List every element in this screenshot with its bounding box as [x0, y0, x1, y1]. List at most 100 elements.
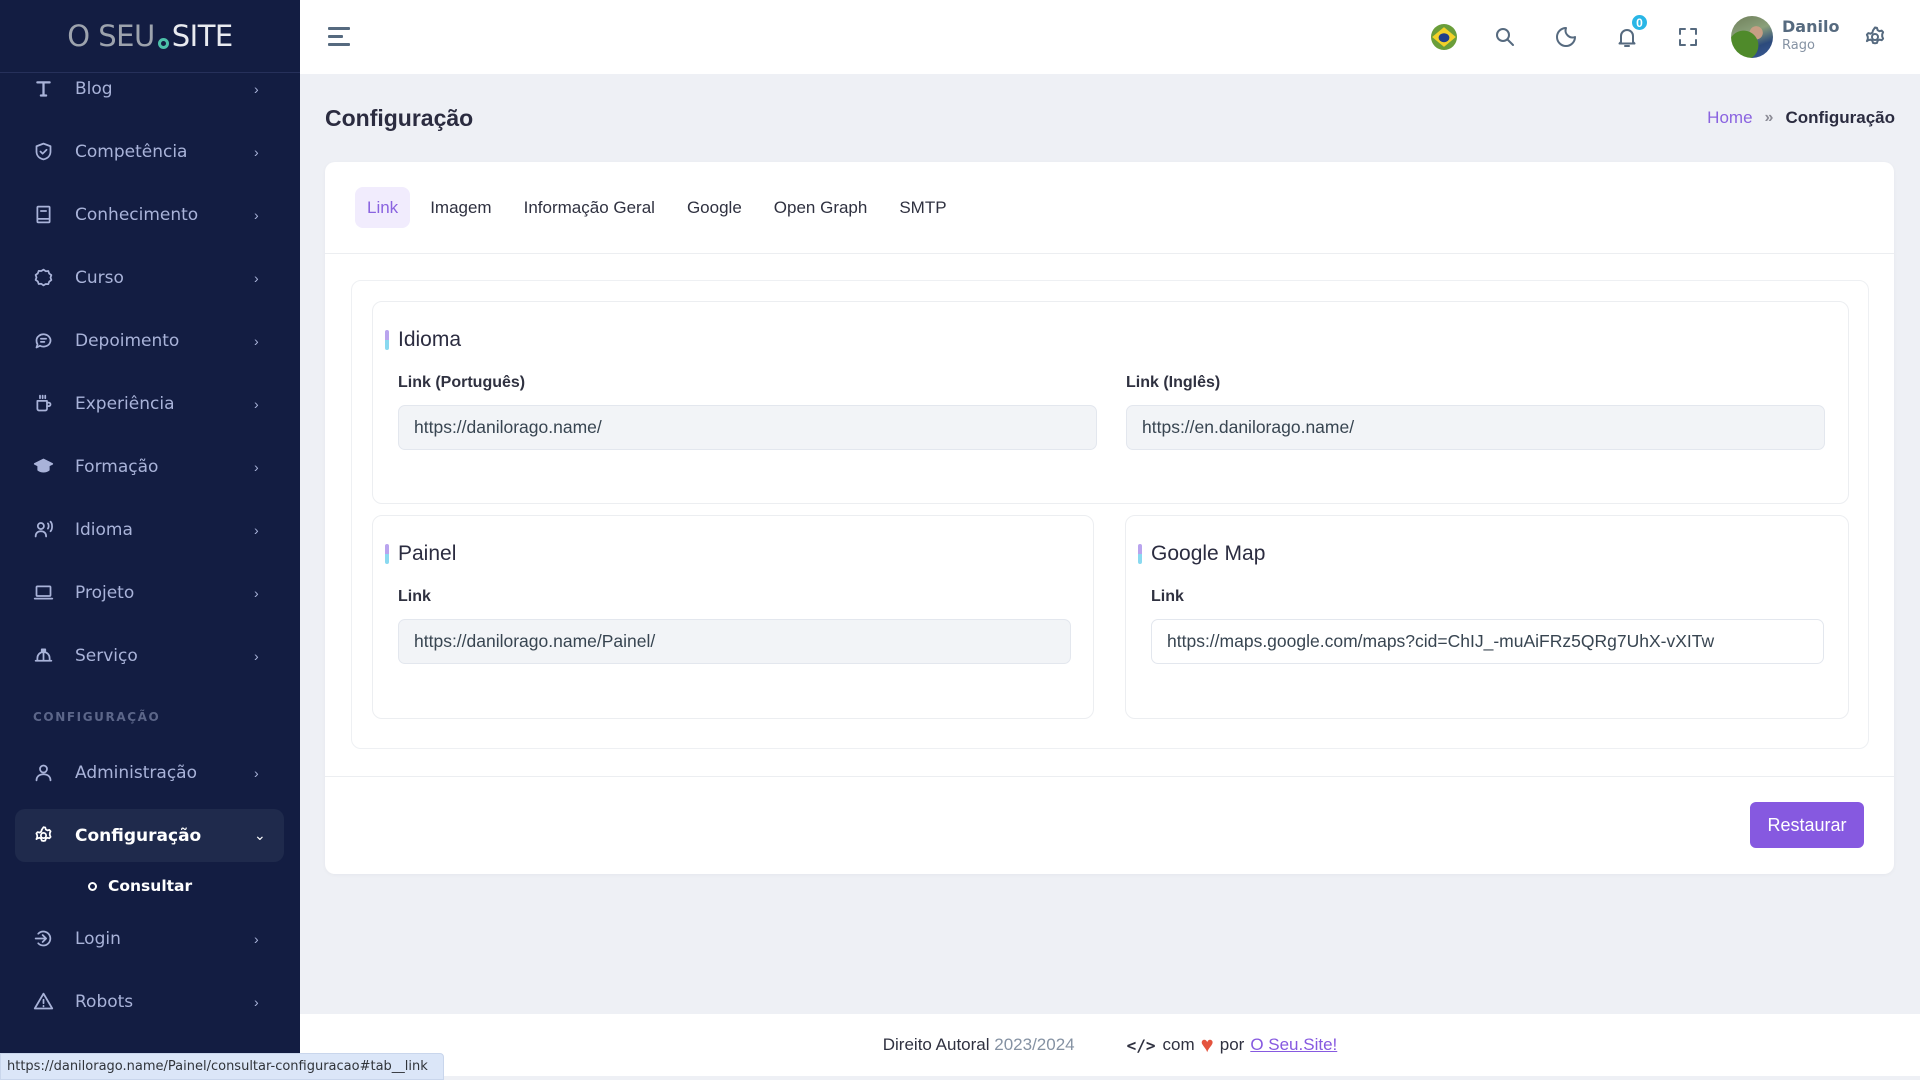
sidebar-item-curso[interactable]: Curso › — [15, 251, 284, 304]
tab-informacao-geral[interactable]: Informação Geral — [512, 187, 667, 228]
helmet-icon — [32, 645, 54, 667]
breadcrumb-home-link[interactable]: Home — [1707, 108, 1752, 128]
sidebar-item-label: Idioma — [75, 519, 133, 540]
copyright-text: Direito Autoral — [882, 1035, 990, 1054]
section-title: Google Map — [1138, 542, 1265, 566]
sidebar-item-conhecimento[interactable]: Conhecimento › — [15, 188, 284, 241]
chevron-right-icon: › — [254, 993, 259, 1010]
title-accent-bar — [1138, 544, 1142, 564]
sidebar-item-label: Curso — [75, 267, 124, 288]
sidebar-item-robots[interactable]: Robots › — [15, 975, 284, 1028]
tab-link[interactable]: Link — [355, 187, 411, 228]
sidebar-item-servico[interactable]: Serviço › — [15, 629, 284, 682]
footer-site-link[interactable]: O Seu.Site! — [1250, 1035, 1337, 1055]
sidebar-item-administracao[interactable]: Administração › — [15, 746, 284, 799]
user-avatar[interactable] — [1731, 16, 1773, 58]
sidebar-item-configuracao[interactable]: Configuração ⌄ — [15, 809, 284, 862]
top-header: 0 Danilo Rago — [300, 0, 1920, 74]
sidebar-subitem-consultar[interactable]: Consultar — [88, 877, 192, 895]
chevron-right-icon: › — [254, 332, 259, 349]
warning-icon — [32, 991, 54, 1013]
tab-imagem[interactable]: Imagem — [418, 187, 503, 228]
sidebar-section-label: CONFIGURAÇÃO — [33, 710, 161, 724]
chevron-right-icon: › — [254, 521, 259, 538]
sidebar-item-formacao[interactable]: Formação › — [15, 440, 284, 493]
user-voice-icon — [32, 519, 54, 541]
chevron-right-icon: › — [254, 206, 259, 223]
footer-with-text: com — [1162, 1035, 1195, 1054]
sidebar-item-label: Administração — [75, 762, 197, 783]
sidebar-subitem-label: Consultar — [108, 877, 193, 895]
section-title-text: Idioma — [398, 328, 462, 351]
chevron-right-icon: › — [254, 80, 259, 97]
sidebar-item-label: Conhecimento — [75, 204, 199, 225]
moon-icon[interactable] — [1551, 22, 1581, 52]
sidebar-item-projeto[interactable]: Projeto › — [15, 566, 284, 619]
sidebar-item-label: Robots — [75, 991, 134, 1012]
section-google-map: Google Map Link — [1125, 515, 1849, 719]
sidebar-item-login[interactable]: Login › — [15, 912, 284, 965]
sidebar-item-experiencia[interactable]: Experiência › — [15, 377, 284, 430]
tab-open-graph[interactable]: Open Graph — [762, 187, 880, 228]
chevron-right-icon: › — [254, 143, 259, 160]
settings-card: Link Imagem Informação Geral Google Open… — [325, 162, 1894, 874]
link-ingles-label: Link (Inglês) — [1126, 374, 1221, 391]
breadcrumb-current: Configuração — [1785, 108, 1895, 127]
sidebar-item-depoimento[interactable]: Depoimento › — [15, 314, 284, 367]
tab-smtp[interactable]: SMTP — [887, 187, 958, 228]
tab-panel-link: Idioma Link (Português) Link (Inglês) Pa… — [351, 280, 1869, 749]
sidebar-item-blog[interactable]: Blog › — [15, 62, 284, 115]
sidebar-item-competencia[interactable]: Competência › — [15, 125, 284, 178]
section-title-text: Painel — [398, 542, 457, 565]
divider — [325, 253, 1894, 254]
sidebar-item-label: Configuração — [75, 825, 202, 846]
sidebar: O SEU SITE Blog › Competência › Conhecim… — [0, 0, 300, 1080]
title-accent-bar — [385, 544, 389, 564]
chevron-right-icon: › — [254, 930, 259, 947]
user-icon — [32, 762, 54, 784]
google-map-link-input[interactable] — [1151, 619, 1824, 664]
restore-button[interactable]: Restaurar — [1750, 802, 1864, 848]
brand-dot-icon — [157, 37, 169, 49]
user-last-name: Rago — [1782, 38, 1815, 53]
login-icon — [32, 928, 54, 950]
divider — [325, 776, 1894, 777]
tab-google[interactable]: Google — [675, 187, 754, 228]
user-first-name: Danilo — [1782, 17, 1840, 36]
chevron-down-icon: ⌄ — [254, 827, 266, 843]
code-icon: </> — [1126, 1035, 1156, 1055]
language-flag-brazil-icon[interactable] — [1431, 24, 1457, 50]
sidebar-item-label: Formação — [75, 456, 159, 477]
link-portugues-input[interactable] — [398, 405, 1097, 450]
painel-link-label: Link — [398, 588, 431, 605]
chevron-right-icon: › — [254, 458, 259, 475]
title-accent-bar — [385, 330, 389, 350]
copyright-years: 2023/2024 — [994, 1035, 1075, 1054]
sidebar-item-label: Login — [75, 928, 121, 949]
fullscreen-icon[interactable] — [1673, 22, 1703, 52]
link-portugues-label: Link (Português) — [398, 374, 526, 391]
sidebar-item-label: Projeto — [75, 582, 135, 603]
sidebar-item-label: Depoimento — [75, 330, 180, 351]
chevron-right-icon: › — [254, 395, 259, 412]
settings-tabs: Link Imagem Informação Geral Google Open… — [355, 187, 967, 228]
breadcrumb: Home » Configuração — [1707, 108, 1895, 128]
chevron-right-icon: › — [254, 584, 259, 601]
section-title: Painel — [385, 542, 456, 566]
page-title: Configuração — [325, 105, 474, 131]
link-ingles-input[interactable] — [1126, 405, 1825, 450]
graduation-cap-icon — [32, 456, 54, 478]
double-chevron-right-icon: » — [1764, 109, 1774, 126]
badge-icon — [32, 267, 54, 289]
brand-part-2: SITE — [171, 19, 234, 53]
sidebar-item-idioma[interactable]: Idioma › — [15, 503, 284, 556]
menu-toggle-icon[interactable] — [328, 27, 350, 47]
painel-link-input[interactable] — [398, 619, 1071, 664]
brand-part-1: O SEU — [67, 19, 155, 53]
settings-gear-icon[interactable] — [1860, 22, 1890, 52]
text-t-icon — [32, 78, 54, 100]
shield-check-icon — [32, 141, 54, 163]
search-icon[interactable] — [1490, 22, 1520, 52]
section-title-text: Google Map — [1151, 542, 1266, 565]
section-title: Idioma — [385, 328, 461, 352]
